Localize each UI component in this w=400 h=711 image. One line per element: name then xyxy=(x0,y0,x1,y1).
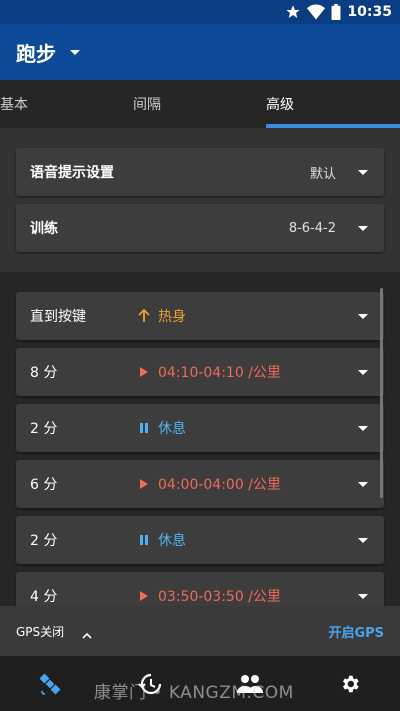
voice-prompt-value: 默认 xyxy=(309,166,336,182)
gps-status: GPS关闭 xyxy=(16,624,65,639)
chevron-down-icon xyxy=(358,226,368,231)
settings-section: 语音提示设置 默认 训练 8-6-4-2 xyxy=(0,128,400,272)
step-row[interactable]: 2 分 休息 xyxy=(16,516,384,564)
step-target: 03:50-03:50 /公里 xyxy=(158,589,281,605)
step-duration: 6 分 xyxy=(30,477,58,493)
chevron-down-icon xyxy=(358,370,368,375)
chevron-down-icon xyxy=(358,426,368,431)
enable-gps-button[interactable]: 开启GPS xyxy=(328,622,384,641)
pause-icon xyxy=(137,532,151,548)
step-target: 休息 xyxy=(158,421,186,437)
step-target: 热身 xyxy=(158,309,186,325)
step-row[interactable]: 6 分 04:00-04:00 /公里 xyxy=(16,460,384,508)
status-time: 10:35 xyxy=(347,4,392,20)
step-row[interactable]: 4 分 03:50-03:50 /公里 xyxy=(16,572,384,606)
chevron-down-icon xyxy=(358,594,368,599)
play-icon xyxy=(137,588,151,604)
chevron-up-icon[interactable] xyxy=(82,625,92,644)
training-setting[interactable]: 训练 8-6-4-2 xyxy=(16,204,384,252)
workout-steps-list[interactable]: 直到按键 热身 8 分 04:10-04:10 /公里 2 分 休息 6 分 0… xyxy=(0,272,400,606)
step-duration: 2 分 xyxy=(30,421,58,437)
play-icon xyxy=(137,364,151,380)
step-target: 04:10-04:10 /公里 xyxy=(158,365,281,381)
step-row[interactable]: 直到按键 热身 xyxy=(16,292,384,340)
voice-prompt-label: 语音提示设置 xyxy=(30,165,114,181)
chevron-down-icon xyxy=(358,170,368,175)
step-target: 04:00-04:00 /公里 xyxy=(158,477,281,493)
step-row[interactable]: 8 分 04:10-04:10 /公里 xyxy=(16,348,384,396)
tab-bar: 基本 间隔 高级 xyxy=(0,80,400,128)
status-bar: 10:35 xyxy=(0,0,400,24)
chevron-down-icon xyxy=(358,314,368,319)
scrollbar[interactable] xyxy=(380,288,383,498)
tab-basic[interactable]: 基本 xyxy=(0,80,28,128)
wifi-icon xyxy=(307,4,326,20)
app-bar: 跑步 xyxy=(0,24,400,80)
training-value: 8-6-4-2 xyxy=(288,220,336,236)
watermark: 康掌门 • KANGZM.COM xyxy=(94,683,294,703)
chevron-down-icon xyxy=(358,482,368,487)
battery-icon xyxy=(331,4,341,20)
step-duration: 4 分 xyxy=(30,589,58,605)
activity-type-selector[interactable]: 跑步 xyxy=(16,38,56,67)
gps-bar: GPS关闭 开启GPS xyxy=(0,606,400,656)
step-target: 休息 xyxy=(158,533,186,549)
step-duration: 8 分 xyxy=(30,365,58,381)
play-icon xyxy=(137,476,151,492)
voice-prompt-setting[interactable]: 语音提示设置 默认 xyxy=(16,148,384,196)
chevron-down-icon xyxy=(358,538,368,543)
training-label: 训练 xyxy=(30,221,58,237)
dropdown-arrow-icon[interactable] xyxy=(70,49,80,55)
arrow-up-icon xyxy=(137,308,151,324)
satellite-icon[interactable] xyxy=(37,671,63,697)
settings-icon[interactable] xyxy=(337,671,363,697)
pause-icon xyxy=(137,420,151,436)
star-icon xyxy=(286,5,301,18)
step-row[interactable]: 2 分 休息 xyxy=(16,404,384,452)
tab-interval[interactable]: 间隔 xyxy=(133,80,161,128)
step-duration: 2 分 xyxy=(30,533,58,549)
tab-advanced[interactable]: 高级 xyxy=(266,80,294,128)
step-duration: 直到按键 xyxy=(30,309,86,325)
